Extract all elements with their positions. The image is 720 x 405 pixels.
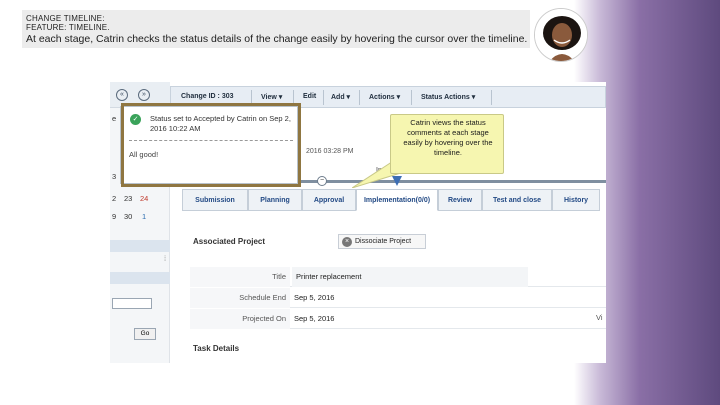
task-details-title: Task Details [193, 344, 240, 353]
dissociate-project-label: Dissociate Project [355, 238, 412, 245]
sidebar-select[interactable] [112, 298, 152, 309]
header-label: CHANGE TIMELINE: FEATURE: TIMELINE. [26, 14, 110, 32]
calendar-day[interactable]: 23 [124, 194, 132, 203]
header-line2: FEATURE: TIMELINE. [26, 23, 110, 32]
project-row-schedule-end: Schedule End Sep 5, 2016 [190, 288, 606, 308]
highlight-frame [121, 103, 301, 187]
view-menu[interactable]: View ▾ [261, 93, 282, 101]
splitter-handle[interactable]: ⁞ [164, 254, 166, 263]
go-button[interactable]: Go [134, 328, 156, 340]
tab-implementation[interactable]: Implementation(0/0) [356, 189, 438, 211]
calendar-day[interactable]: 1 [142, 212, 146, 221]
sidebar-section-bar [110, 240, 170, 252]
tab-approval[interactable]: Approval [302, 189, 356, 211]
sidebar-section-bar [110, 272, 170, 284]
project-row-projected-on: Projected On Sep 5, 2016 [190, 309, 606, 329]
actions-menu[interactable]: Actions ▾ [369, 93, 400, 101]
tab-history[interactable]: History [552, 189, 600, 211]
timeline-date: 2016 03:28 PM [306, 148, 354, 155]
truncated-column-label: Vi [596, 313, 603, 322]
close-circle-icon: × [342, 237, 352, 247]
tab-submission[interactable]: Submission [182, 189, 248, 211]
callout-text: Catrin views the status comments at each… [403, 118, 493, 157]
divider [359, 90, 360, 105]
calendar-fragment: e [112, 114, 117, 123]
timeline-node[interactable]: − [317, 176, 327, 186]
associated-project-title: Associated Project [193, 237, 266, 246]
calendar-day[interactable]: 24 [140, 194, 148, 203]
row-label: Schedule End [190, 288, 290, 308]
status-actions-menu[interactable]: Status Actions ▾ [421, 93, 475, 101]
row-value: Sep 5, 2016 [294, 314, 335, 323]
tab-review[interactable]: Review [438, 189, 482, 211]
previous-icon[interactable]: « [116, 89, 128, 101]
person-avatar-icon [535, 9, 587, 61]
next-icon[interactable]: » [138, 89, 150, 101]
edit-button[interactable]: Edit [303, 93, 316, 100]
project-row-title: Title Printer replacement [190, 267, 606, 287]
dissociate-project-button[interactable]: × Dissociate Project [338, 234, 426, 249]
tab-planning[interactable]: Planning [248, 189, 302, 211]
calendar-fragment: 3 [112, 172, 117, 181]
header-line1: CHANGE TIMELINE: [26, 14, 105, 23]
calendar-fragment: 2 [112, 194, 117, 203]
calendar-fragment: 9 [112, 212, 117, 221]
row-value: Sep 5, 2016 [294, 293, 335, 302]
callout-note: Catrin views the status comments at each… [390, 114, 504, 174]
row-label: Projected On [190, 309, 290, 329]
slide: CHANGE TIMELINE: FEATURE: TIMELINE. At e… [0, 0, 720, 405]
row-value: Printer replacement [292, 267, 528, 287]
row-label: Title [190, 267, 290, 287]
divider [491, 90, 492, 105]
divider [411, 90, 412, 105]
add-menu[interactable]: Add ▾ [331, 93, 350, 101]
tab-test-and-close[interactable]: Test and close [482, 189, 552, 211]
avatar [534, 8, 588, 62]
divider [323, 90, 324, 105]
header-description: At each stage, Catrin checks the status … [26, 33, 528, 45]
change-id-label: Change ID : 303 [181, 93, 234, 100]
calendar-day[interactable]: 30 [124, 212, 132, 221]
